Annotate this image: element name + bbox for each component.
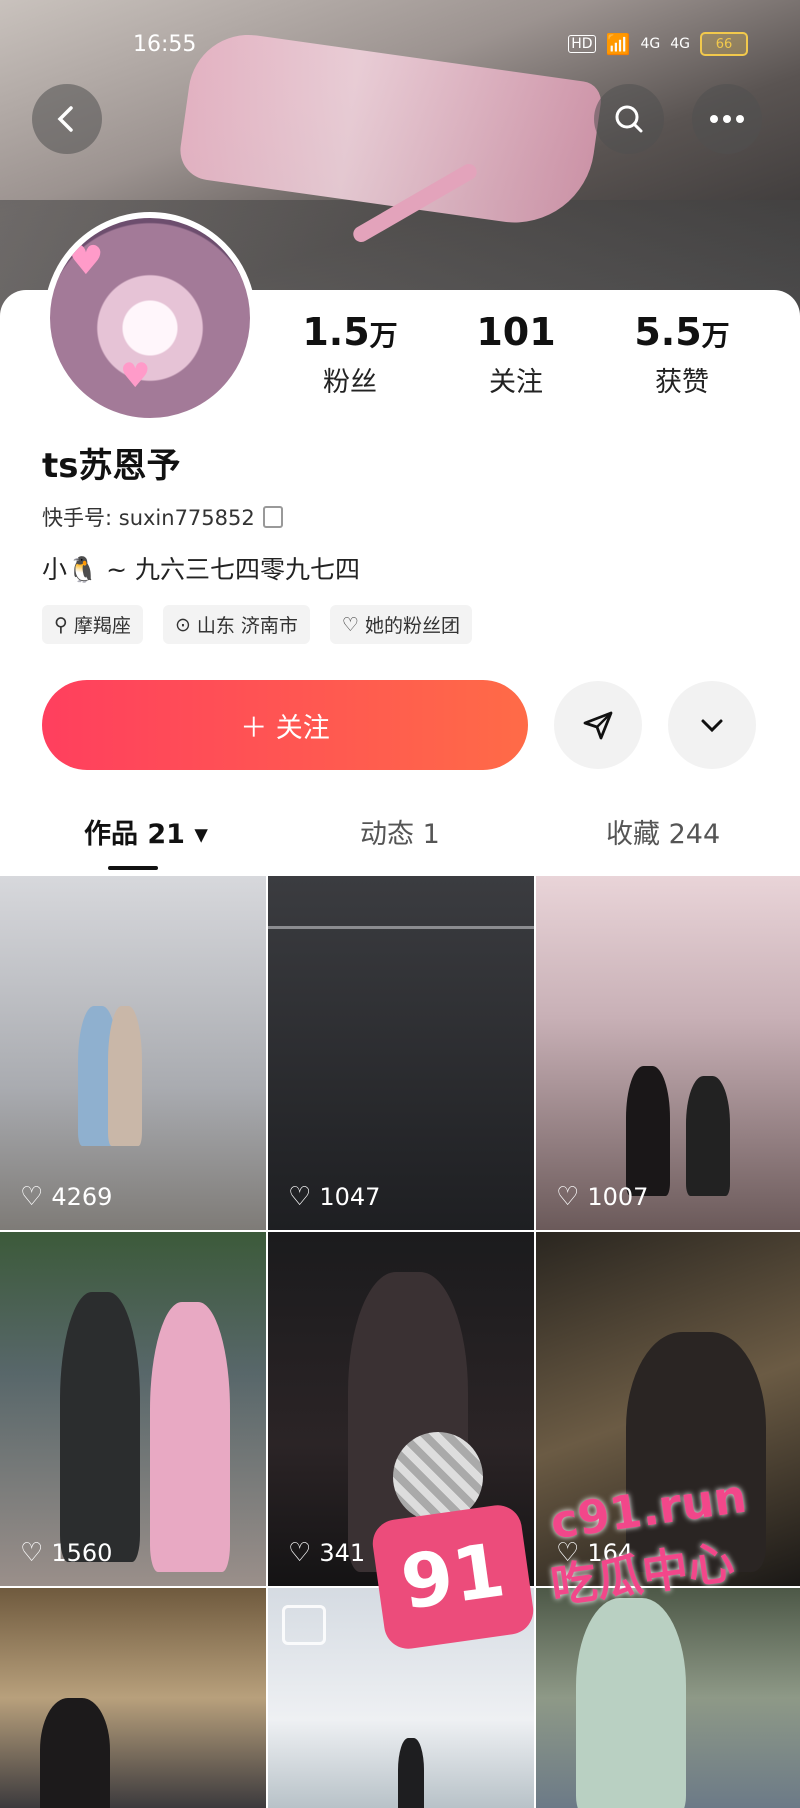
wifi-icon: 📶 xyxy=(605,32,631,56)
stat-likes-label: 获赞 xyxy=(655,367,709,398)
send-icon xyxy=(583,711,613,740)
heart-outline-icon: ♡ xyxy=(20,1182,44,1212)
post-likes-count: 1007 xyxy=(587,1183,649,1211)
post-likes: ♡ 4269 xyxy=(20,1182,112,1212)
zodiac-icon: ⚲ xyxy=(54,613,68,636)
post-likes-count: 1560 xyxy=(51,1539,113,1567)
stat-following[interactable]: 101 关注 xyxy=(446,310,586,399)
heart-sticker-icon: ♥ xyxy=(120,356,151,396)
stat-fans-label: 粉丝 xyxy=(323,367,377,398)
post-likes-count: 1047 xyxy=(319,1183,381,1211)
network-indicator-2: 4G xyxy=(670,36,690,52)
avatar[interactable]: ♥ ♥ xyxy=(44,212,256,424)
location-pin-icon: ⊙ xyxy=(174,613,191,636)
profile-tags: ⚲ 摩羯座 ⊙ 山东 济南市 ♡ 她的粉丝团 xyxy=(42,605,472,644)
stat-following-label: 关注 xyxy=(489,367,543,398)
heart-outline-icon: ♡ xyxy=(288,1182,312,1212)
post-likes-count: 341 xyxy=(319,1539,366,1567)
follow-button-label: ＋ 关注 xyxy=(240,712,330,744)
status-time: 16:55 xyxy=(133,32,197,57)
kuaishou-id-text: 快手号: suxin775852 xyxy=(42,506,255,530)
search-button[interactable] xyxy=(594,84,664,154)
chevron-left-icon xyxy=(57,106,73,132)
search-icon xyxy=(615,105,643,133)
profile-bio: 小🐧 ~ 九六三七四零九七四 xyxy=(42,555,360,584)
post-thumbnail[interactable] xyxy=(536,1588,800,1808)
post-thumbnail[interactable]: ♡ 1007 xyxy=(536,876,800,1230)
heart-sticker-icon: ♥ xyxy=(68,238,104,284)
heart-outline-icon: ♡ xyxy=(341,613,359,636)
post-thumbnail[interactable]: ♡ 1560 xyxy=(0,1232,266,1586)
heart-outline-icon: ♡ xyxy=(20,1538,44,1568)
stat-fans[interactable]: 1.5万 粉丝 xyxy=(280,310,420,399)
watermark-logo: 91 xyxy=(369,1502,537,1652)
stat-following-value: 101 xyxy=(476,310,556,354)
message-button[interactable] xyxy=(554,681,642,769)
profile-name: ts苏恩予 xyxy=(42,446,181,486)
status-icons: HD 📶 4G 4G 66 xyxy=(568,32,748,56)
post-likes: ♡ 1047 xyxy=(288,1182,380,1212)
post-thumbnail[interactable]: ♡ 4269 xyxy=(0,876,266,1230)
stat-fans-value: 1.5 xyxy=(302,310,370,354)
tag-fan-club[interactable]: ♡ 她的粉丝团 xyxy=(329,605,472,644)
copy-icon[interactable] xyxy=(262,506,283,528)
tag-zodiac[interactable]: ⚲ 摩羯座 xyxy=(42,605,143,644)
tag-fan-club-label: 她的粉丝团 xyxy=(364,615,460,637)
post-thumbnail[interactable]: ♡ 1047 xyxy=(268,876,534,1230)
network-indicator-1: 4G xyxy=(640,36,661,52)
tag-location[interactable]: ⊙ 山东 济南市 xyxy=(162,605,310,644)
stat-likes-unit: 万 xyxy=(701,319,730,352)
post-likes: ♡ 1560 xyxy=(20,1538,112,1568)
heart-outline-icon: ♡ xyxy=(556,1182,580,1212)
tab-works[interactable]: 作品 21 ▾ xyxy=(84,812,208,851)
follow-button[interactable]: ＋ 关注 xyxy=(42,680,528,770)
post-thumbnail[interactable] xyxy=(0,1588,266,1808)
hd-indicator: HD xyxy=(568,35,596,53)
watermark-number: 91 xyxy=(396,1527,510,1627)
stat-fans-unit: 万 xyxy=(369,319,398,352)
posts-grid: ♡ 4269 ♡ 1047 ♡ 1007 ♡ 1560 ♡ 341 ♡ 164 xyxy=(0,876,800,1808)
more-dots-icon xyxy=(710,115,744,123)
more-button[interactable] xyxy=(692,84,762,154)
back-button[interactable] xyxy=(32,84,102,154)
tag-zodiac-label: 摩羯座 xyxy=(73,615,131,637)
image-post-icon xyxy=(282,1605,326,1645)
post-likes-count: 4269 xyxy=(51,1183,113,1211)
heart-outline-icon: ♡ xyxy=(288,1538,312,1568)
kuaishou-id: 快手号: suxin775852 xyxy=(42,502,283,532)
stat-likes-value: 5.5 xyxy=(634,310,702,354)
chevron-down-icon xyxy=(701,719,723,733)
active-tab-indicator xyxy=(108,866,158,870)
post-likes: ♡ 341 xyxy=(288,1538,365,1568)
tag-location-label: 山东 济南市 xyxy=(196,615,298,637)
post-likes: ♡ 1007 xyxy=(556,1182,648,1212)
stat-likes[interactable]: 5.5万 获赞 xyxy=(612,310,752,399)
tab-favorites[interactable]: 收藏 244 xyxy=(606,812,720,851)
tab-moments[interactable]: 动态 1 xyxy=(360,812,440,851)
battery-icon: 66 xyxy=(700,32,748,56)
expand-button[interactable] xyxy=(668,681,756,769)
